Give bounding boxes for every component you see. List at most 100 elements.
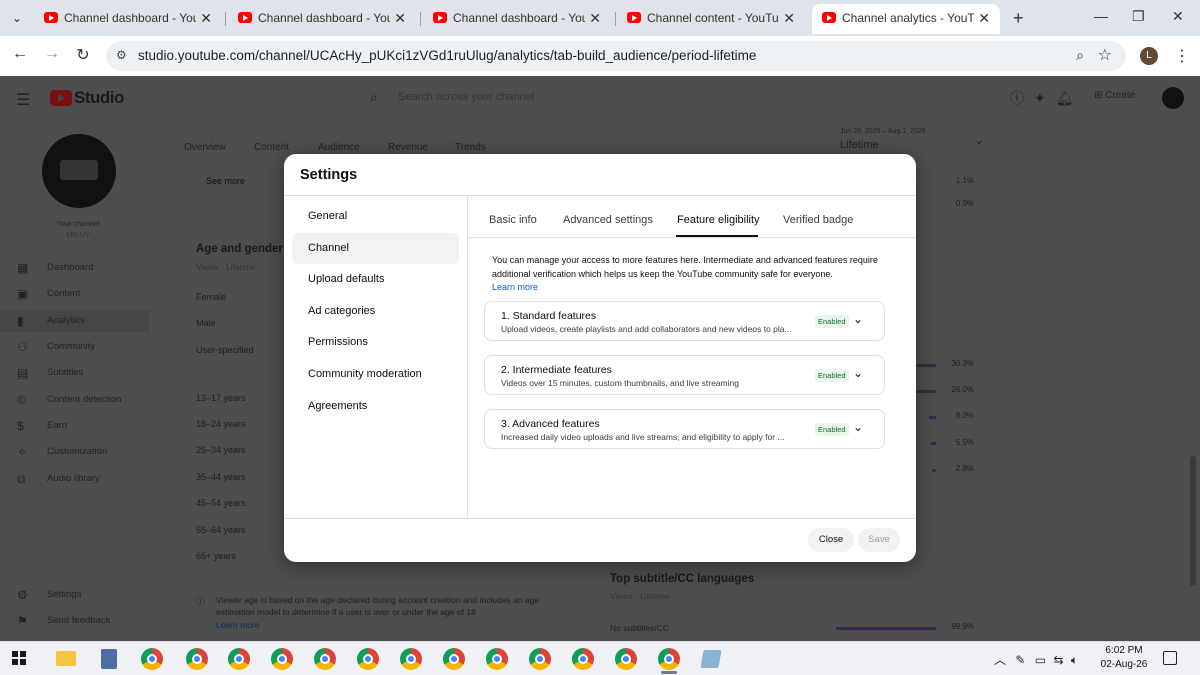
calculator-icon[interactable] [101,649,117,669]
forward-arrow-icon[interactable]: → [42,45,62,63]
notification-bell-icon[interactable]: 🔔︎ [1056,90,1074,106]
close-window-icon[interactable]: ✕ [1172,8,1184,25]
windows-start-icon[interactable] [12,651,26,665]
app-icon[interactable] [700,650,722,668]
see-more-button[interactable]: See more [206,176,245,186]
chrome-profile-icon[interactable] [529,648,551,670]
restore-window-icon[interactable]: ❐ [1132,8,1145,25]
new-tab-plus-icon[interactable]: + [1013,8,1024,29]
speaker-icon[interactable]: 🔈︎ [1071,653,1078,667]
tab-verified-badge[interactable]: Verified badge [783,214,853,226]
channel-avatar[interactable] [42,134,116,208]
help-icon[interactable]: ⓘ [1010,90,1024,106]
close-tab-icon[interactable]: ✕ [200,4,212,32]
sparkle-icon[interactable]: ✦ [1034,90,1046,106]
battery-icon[interactable]: ▭ [1035,653,1046,667]
network-icon[interactable]: ⇆ [1053,653,1063,667]
studio-logo[interactable]: Studio [50,88,124,108]
chrome-profile-icon[interactable] [228,648,250,670]
chevron-up-icon[interactable]: ︿ [994,653,1006,667]
reload-icon[interactable]: ↻ [73,45,93,65]
learn-more-link[interactable]: Learn more [216,620,259,630]
tab-advanced-settings[interactable]: Advanced settings [563,214,653,226]
page-scrollbar[interactable] [1190,456,1196,586]
chrome-profile-icon[interactable] [615,648,637,670]
pen-icon[interactable]: ✎ [1015,653,1025,667]
tab-trends[interactable]: Trends [455,142,486,153]
tab-content[interactable]: Content [254,142,289,153]
tab-revenue[interactable]: Revenue [388,142,428,153]
zoom-magnifier-icon[interactable]: ⌕ [1076,47,1084,64]
chrome-icon[interactable] [141,648,163,670]
nav-earn[interactable]: $ Earn [0,415,150,437]
chrome-profile-icon-active[interactable] [658,648,680,670]
settings-nav-ad-categories[interactable]: Ad categories [292,296,459,327]
nav-settings[interactable]: ⚙ Settings [0,584,150,606]
clock-time[interactable]: 6:02 PM [1098,645,1150,656]
create-button[interactable]: ⊞ Create [1094,90,1135,101]
chevron-down-icon[interactable]: ⌄ [974,133,984,147]
learn-more-link[interactable]: Learn more [492,282,538,292]
browser-tab-active[interactable]: Channel analytics - YouTube ✕ [812,4,1000,34]
profile-avatar[interactable]: L [1140,47,1158,65]
nav-subtitles[interactable]: ▤ Subtitles [0,362,150,384]
nav-customization[interactable]: ✧ Customization [0,441,150,463]
chrome-profile-icon[interactable] [486,648,508,670]
nav-community[interactable]: ⚇ Community [0,336,150,358]
intermediate-features-card[interactable]: 2. Intermediate features Videos over 15 … [484,355,885,395]
browser-tab[interactable]: Channel dashboard - YouTu ✕ [228,4,416,34]
browser-tab[interactable]: Channel dashboard - YouTu ✕ [423,4,611,34]
standard-features-card[interactable]: 1. Standard features Upload videos, crea… [484,301,885,341]
tab-overview[interactable]: Overview [184,142,226,153]
chrome-profile-icon[interactable] [572,648,594,670]
tab-feature-eligibility[interactable]: Feature eligibility [677,214,760,226]
nav-analytics[interactable]: ▮ Analytics [0,310,150,332]
url-text[interactable]: studio.youtube.com/channel/UCAcHy_pUKci1… [138,48,756,63]
bookmark-star-icon[interactable]: ☆ [1098,45,1112,65]
chrome-profile-icon[interactable] [271,648,293,670]
account-avatar[interactable] [1162,87,1184,109]
close-tab-icon[interactable]: ✕ [978,4,990,32]
tab-search-chevron-icon[interactable]: ⌄ [8,9,26,27]
notification-center-icon[interactable] [1163,651,1177,665]
browser-menu-icon[interactable]: ⋮ [1174,46,1190,66]
nav-content-detection[interactable]: © Content detection [0,389,150,411]
save-button[interactable]: Save [858,528,900,552]
browser-tab[interactable]: Channel content - YouTube ✕ [617,4,805,34]
advanced-features-card[interactable]: 3. Advanced features Increased daily vid… [484,409,885,449]
tab-basic-info[interactable]: Basic info [489,214,537,226]
nav-content[interactable]: ▣ Content [0,283,150,305]
close-tab-icon[interactable]: ✕ [589,4,601,32]
chrome-profile-icon[interactable] [186,648,208,670]
settings-nav-general[interactable]: General [292,201,459,232]
chevron-down-icon[interactable]: ⌄ [853,366,863,380]
hamburger-menu-icon[interactable]: ☰ [16,90,30,110]
chrome-profile-icon[interactable] [357,648,379,670]
chrome-profile-icon[interactable] [314,648,336,670]
clock-date[interactable]: 02-Aug-26 [1098,659,1150,670]
site-info-icon[interactable]: ⚙ [116,48,127,62]
chrome-profile-icon[interactable] [400,648,422,670]
minimize-icon[interactable]: — [1094,8,1108,24]
nav-send-feedback[interactable]: ⚑ Send feedback [0,610,150,632]
tab-audience[interactable]: Audience [318,142,360,153]
close-tab-icon[interactable]: ✕ [783,4,795,32]
settings-nav-agreements[interactable]: Agreements [292,391,459,422]
file-explorer-icon[interactable] [56,651,76,666]
nav-dashboard[interactable]: ▦ Dashboard [0,257,150,279]
chevron-down-icon[interactable]: ⌄ [853,312,863,326]
close-button[interactable]: Close [808,528,854,552]
settings-nav-community-moderation[interactable]: Community moderation [292,359,459,390]
chevron-down-icon[interactable]: ⌄ [853,420,863,434]
nav-audio-library[interactable]: ⧉ Audio library [0,468,150,490]
chrome-profile-icon[interactable] [443,648,465,670]
browser-tab[interactable]: Channel dashboard - YouTu ✕ [34,4,222,34]
settings-nav-permissions[interactable]: Permissions [292,327,459,358]
address-bar[interactable]: ⚙ studio.youtube.com/channel/UCAcHy_pUKc… [106,41,1126,71]
studio-search-box[interactable]: ⌕ Search across your channel [360,85,840,111]
back-arrow-icon[interactable]: ← [10,45,30,63]
period-selector[interactable]: Lifetime [840,139,879,151]
close-tab-icon[interactable]: ✕ [394,4,406,32]
settings-nav-upload-defaults[interactable]: Upload defaults [292,264,459,295]
settings-nav-channel[interactable]: Channel [292,233,459,264]
